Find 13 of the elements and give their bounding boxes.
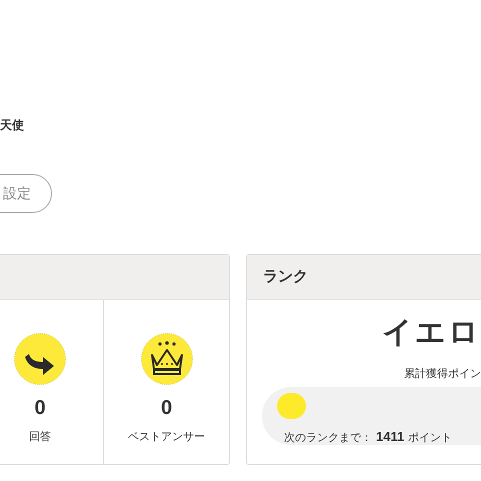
points-label: 累計獲得ポイン <box>404 366 481 382</box>
crown-icon <box>140 333 192 385</box>
stat-label: ベストアンサー <box>128 430 205 445</box>
points-unit: ポイント <box>408 430 452 446</box>
stat-label: 回答 <box>29 430 51 445</box>
next-rank-label: 次のランクまで： <box>284 430 372 446</box>
card-title: ランク <box>263 266 308 287</box>
stat-count: 0 <box>34 396 46 421</box>
rank-name: イエロ <box>382 318 481 348</box>
user-name: 天使 <box>0 117 25 134</box>
settings-button[interactable]: 設定 <box>0 174 52 213</box>
stat-count: 0 <box>160 396 172 421</box>
points-value: 1411 <box>376 428 404 446</box>
